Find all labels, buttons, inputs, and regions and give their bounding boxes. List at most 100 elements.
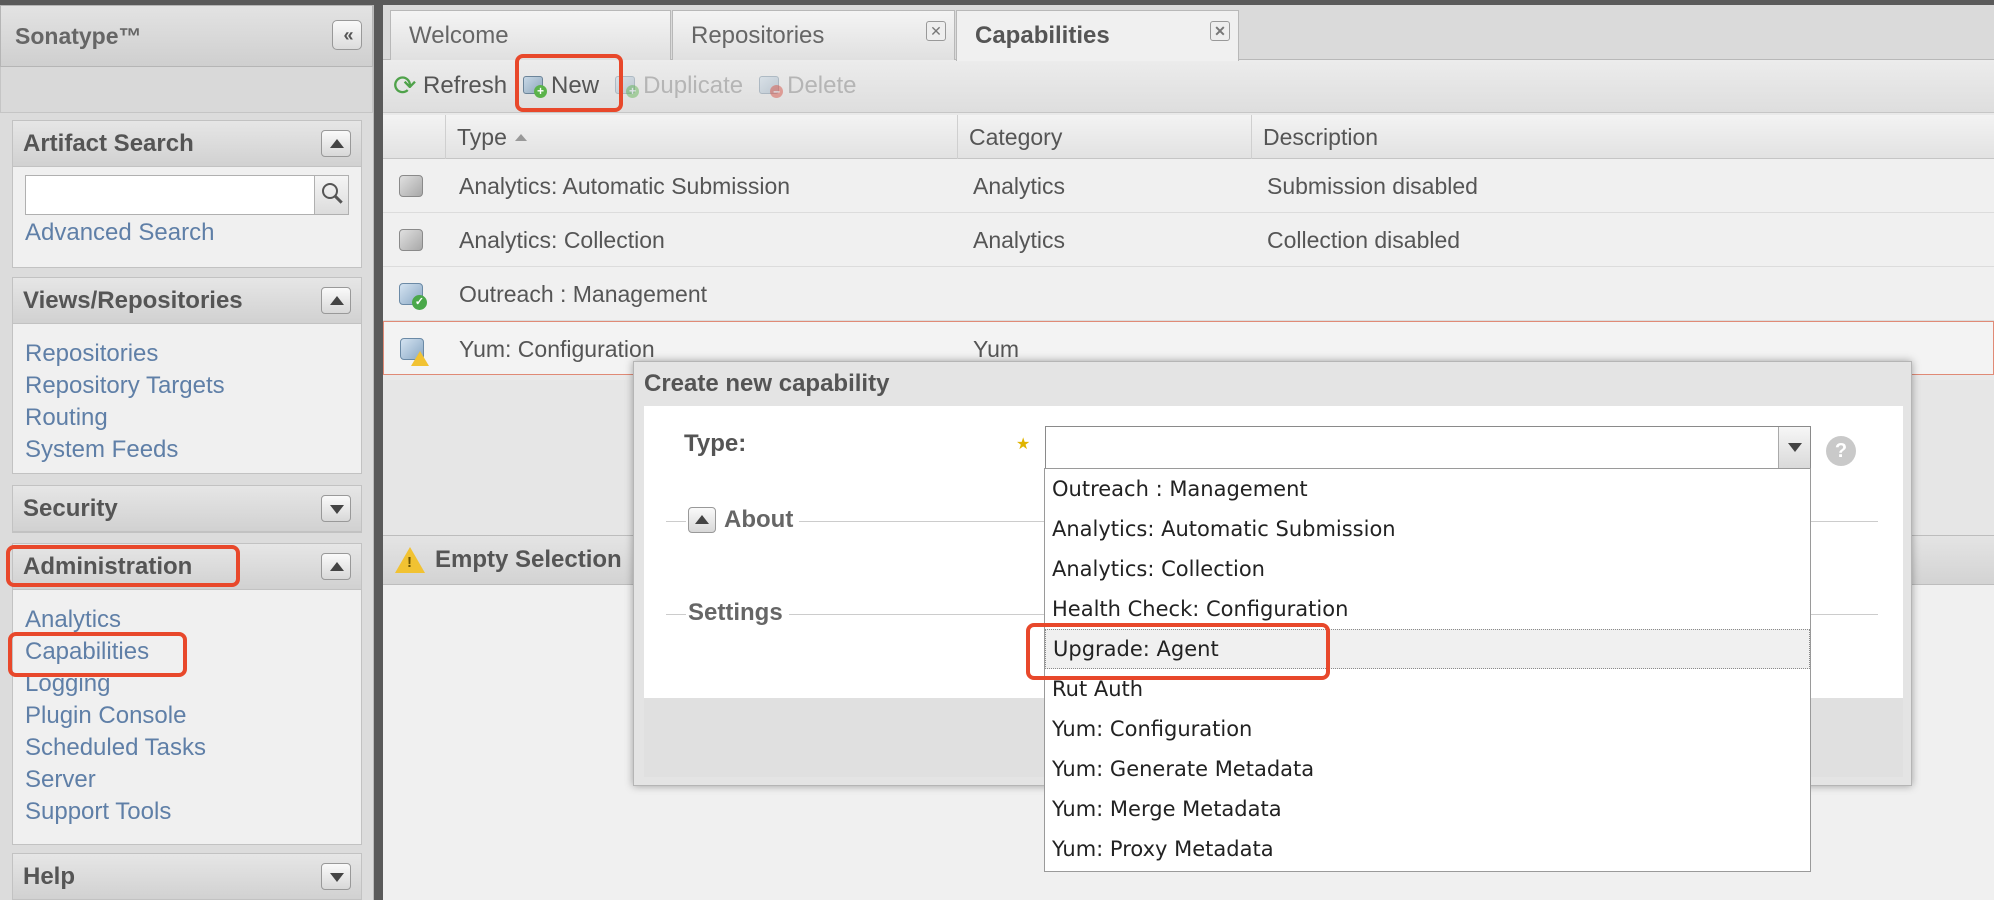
warning-icon: !: [395, 547, 425, 573]
capability-active-icon: ✓: [397, 280, 427, 310]
sidebar-item-repository-targets[interactable]: Repository Targets: [25, 370, 349, 402]
chevron-down-icon: [330, 873, 344, 882]
sidebar-item-capabilities[interactable]: Capabilities: [25, 636, 349, 668]
new-capability-icon: +: [521, 74, 548, 98]
collapse-views-button[interactable]: [321, 287, 351, 314]
security-title: Security: [23, 494, 118, 522]
table-row[interactable]: Analytics: Automatic Submission Analytic…: [383, 159, 1994, 213]
dialog-title[interactable]: Create new capability: [634, 362, 1911, 406]
type-select[interactable]: [1045, 426, 1811, 470]
duplicate-icon: +: [613, 74, 640, 98]
capability-gray-icon: [397, 172, 425, 200]
tab-label: Welcome: [409, 21, 509, 49]
column-category-label: Category: [969, 123, 1063, 150]
chevron-down-icon: [1788, 443, 1802, 452]
expand-security-button[interactable]: [321, 495, 351, 522]
sidebar-item-system-feeds[interactable]: System Feeds: [25, 434, 349, 466]
brand-strip: [0, 67, 373, 113]
close-tab-icon[interactable]: ✕: [926, 21, 946, 41]
dropdown-option-yum-generate-metadata[interactable]: Yum: Generate Metadata: [1045, 749, 1810, 789]
table-row[interactable]: Analytics: Collection Analytics Collecti…: [383, 213, 1994, 267]
tab-welcome[interactable]: Welcome: [390, 10, 671, 60]
collapse-sidebar-button[interactable]: «: [332, 20, 362, 50]
security-panel: Security: [12, 485, 362, 533]
chevron-up-icon: [330, 562, 344, 571]
sidebar-item-plugin-console[interactable]: Plugin Console: [25, 700, 349, 732]
sidebar-item-logging[interactable]: Logging: [25, 668, 349, 700]
capability-warning-icon: [398, 335, 429, 366]
chevron-up-icon: [695, 515, 709, 524]
close-tab-icon[interactable]: ✕: [1210, 21, 1230, 41]
dropdown-trigger[interactable]: [1778, 427, 1810, 469]
sidebar: Sonatype™ « Artifact Search Advanced Sea…: [0, 5, 374, 900]
sidebar-item-server[interactable]: Server: [25, 764, 349, 796]
column-header-category[interactable]: Category: [957, 115, 1251, 159]
help-header[interactable]: Help: [13, 854, 361, 900]
about-legend[interactable]: About: [686, 506, 800, 534]
settings-legend: Settings: [686, 599, 789, 627]
tab-capabilities[interactable]: Capabilities ✕: [956, 10, 1239, 61]
artifact-search-header[interactable]: Artifact Search: [13, 121, 361, 167]
delete-icon: –: [757, 74, 784, 98]
dropdown-option-upgrade-agent[interactable]: Upgrade: Agent: [1045, 629, 1810, 669]
security-header[interactable]: Security: [13, 486, 361, 532]
new-label: New: [551, 72, 600, 99]
column-header-description[interactable]: Description: [1251, 115, 1994, 159]
collapse-administration-button[interactable]: [321, 553, 351, 580]
tab-bar: Welcome Repositories ✕ Capabilities ✕: [383, 5, 1994, 61]
help-panel: Help: [12, 853, 362, 900]
advanced-search-link[interactable]: Advanced Search: [25, 217, 349, 249]
chevron-up-icon: [330, 139, 344, 148]
chevron-up-icon: [330, 296, 344, 305]
collapse-about-button[interactable]: [688, 507, 716, 533]
cell-type: Yum: Configuration: [459, 335, 655, 362]
search-button[interactable]: [315, 175, 349, 215]
refresh-icon: ⟳: [393, 70, 417, 101]
administration-panel: Administration Analytics Capabilities Lo…: [12, 543, 362, 845]
dropdown-option-rut-auth[interactable]: Rut Auth: [1045, 669, 1810, 709]
sidebar-item-analytics[interactable]: Analytics: [25, 604, 349, 636]
views-repositories-header[interactable]: Views/Repositories: [13, 278, 361, 324]
type-label: Type:: [684, 430, 747, 457]
cell-type: Analytics: Collection: [459, 226, 665, 253]
dropdown-option-outreach-management[interactable]: Outreach : Management: [1045, 469, 1810, 509]
administration-title: Administration: [23, 552, 193, 580]
help-icon[interactable]: ?: [1826, 436, 1856, 466]
artifact-search-input[interactable]: [25, 175, 316, 215]
artifact-search-panel: Artifact Search Advanced Search: [12, 120, 362, 268]
tab-label: Repositories: [691, 21, 825, 49]
column-header-type[interactable]: Type: [445, 115, 957, 159]
cell-category: Analytics: [973, 172, 1066, 199]
sort-ascending-icon: [514, 133, 527, 141]
duplicate-button[interactable]: + Duplicate: [613, 72, 743, 100]
brand-title: Sonatype™: [15, 22, 142, 49]
tab-repositories[interactable]: Repositories ✕: [672, 10, 955, 60]
chevron-down-icon: [330, 505, 344, 514]
views-repositories-panel: Views/Repositories Repositories Reposito…: [12, 277, 362, 474]
dropdown-option-yum-proxy-metadata[interactable]: Yum: Proxy Metadata: [1045, 829, 1810, 869]
dropdown-option-yum-merge-metadata[interactable]: Yum: Merge Metadata: [1045, 789, 1810, 829]
double-chevron-left-icon: «: [343, 24, 353, 45]
about-label: About: [724, 506, 794, 533]
expand-help-button[interactable]: [321, 863, 351, 890]
new-button[interactable]: + New: [521, 72, 599, 100]
dropdown-option-analytics-collection[interactable]: Analytics: Collection: [1045, 549, 1810, 589]
delete-label: Delete: [787, 72, 857, 99]
icon-column-header: [383, 115, 445, 159]
help-title: Help: [23, 862, 76, 890]
detail-title: Empty Selection: [435, 546, 622, 573]
dropdown-option-health-check-configuration[interactable]: Health Check: Configuration: [1045, 589, 1810, 629]
brand-header: Sonatype™ «: [0, 5, 373, 67]
cell-description: Collection disabled: [1267, 226, 1461, 253]
sidebar-item-scheduled-tasks[interactable]: Scheduled Tasks: [25, 732, 349, 764]
collapse-artifact-search-button[interactable]: [321, 130, 351, 157]
delete-button[interactable]: – Delete: [757, 72, 857, 100]
refresh-button[interactable]: ⟳ Refresh: [393, 72, 507, 100]
dropdown-option-yum-configuration[interactable]: Yum: Configuration: [1045, 709, 1810, 749]
sidebar-item-repositories[interactable]: Repositories: [25, 338, 349, 370]
sidebar-item-support-tools[interactable]: Support Tools: [25, 796, 349, 828]
sidebar-item-routing[interactable]: Routing: [25, 402, 349, 434]
table-row[interactable]: ✓ Outreach : Management: [383, 267, 1994, 321]
dropdown-option-analytics-automatic-submission[interactable]: Analytics: Automatic Submission: [1045, 509, 1810, 549]
administration-header[interactable]: Administration: [13, 544, 361, 590]
